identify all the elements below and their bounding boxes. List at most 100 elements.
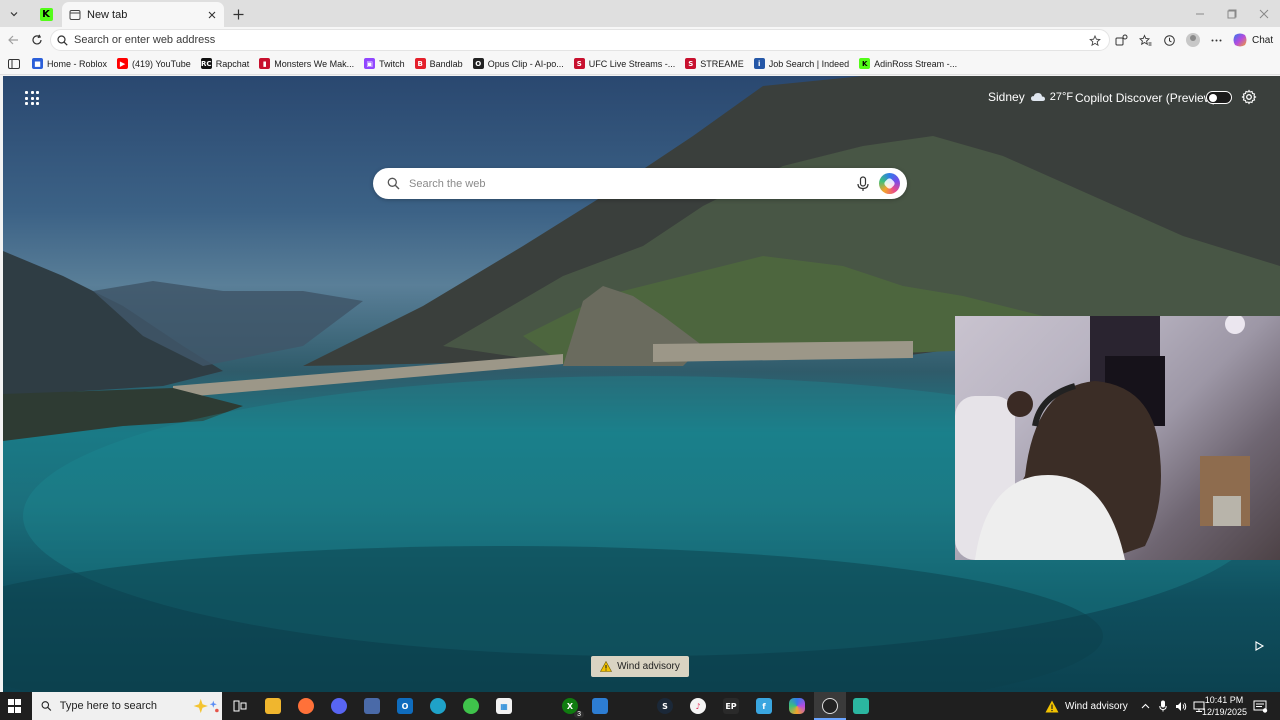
history-icon[interactable] bbox=[1160, 31, 1178, 49]
obs-icon[interactable] bbox=[820, 696, 840, 716]
microphone-icon[interactable] bbox=[1156, 698, 1170, 714]
bookmark-item[interactable]: ▶ (419) YouTube bbox=[112, 53, 196, 75]
chat-label: Chat bbox=[1252, 34, 1274, 46]
weather-temperature: 27°F bbox=[1049, 91, 1074, 103]
copilot-discover-toggle[interactable] bbox=[1206, 91, 1232, 104]
refresh-button[interactable] bbox=[27, 30, 47, 50]
discord-icon[interactable] bbox=[329, 696, 349, 716]
show-hidden-icons-chevron-icon[interactable] bbox=[1138, 698, 1152, 714]
tab-kick[interactable]: K bbox=[33, 3, 59, 25]
profile-avatar[interactable] bbox=[1184, 31, 1202, 49]
xbox-icon[interactable]: X 3 bbox=[560, 696, 584, 718]
weather-widget[interactable]: Sidney 27°F bbox=[988, 90, 1073, 104]
youtube-icon: ▶ bbox=[117, 58, 129, 69]
bookmark-item[interactable]: ▮ Monsters We Mak... bbox=[254, 53, 359, 75]
avatar bbox=[1186, 33, 1200, 47]
bookmark-label: Bandlab bbox=[429, 58, 463, 69]
gear-icon[interactable] bbox=[1241, 89, 1257, 105]
kick-icon: K bbox=[39, 7, 53, 21]
bookmark-item[interactable]: RC Rapchat bbox=[196, 53, 255, 75]
bookmark-item[interactable]: ■ Home - Roblox bbox=[27, 53, 112, 75]
clock-date: 12/19/2025 bbox=[1202, 707, 1248, 717]
advisory-label: Wind advisory bbox=[617, 661, 680, 672]
more-options-icon[interactable] bbox=[1207, 31, 1225, 49]
web-search-box[interactable] bbox=[373, 168, 907, 199]
new-tab-button[interactable] bbox=[228, 4, 248, 24]
address-bar[interactable] bbox=[50, 29, 1110, 51]
warning-icon bbox=[1045, 700, 1059, 712]
browser-toolbar: Chat bbox=[0, 27, 1280, 53]
windows-start-button[interactable] bbox=[8, 699, 22, 713]
app-window-icon[interactable] bbox=[362, 696, 382, 716]
play-video-icon[interactable] bbox=[1253, 640, 1265, 652]
rapchat-icon: RC bbox=[200, 58, 212, 69]
outlook-icon[interactable]: O bbox=[395, 696, 415, 716]
webcam-overlay-video bbox=[955, 316, 1280, 560]
favorites-icon[interactable] bbox=[1136, 31, 1154, 49]
restore-button[interactable] bbox=[1216, 0, 1248, 27]
close-window-button[interactable] bbox=[1248, 0, 1280, 27]
tray-weather-advisory[interactable]: Wind advisory bbox=[1045, 692, 1128, 720]
bookmark-label: Rapchat bbox=[215, 58, 250, 69]
cloudy-weather-icon bbox=[1030, 93, 1045, 101]
weather-city: Sidney bbox=[988, 90, 1025, 104]
web-search-input[interactable] bbox=[409, 177, 839, 190]
indeed-icon: i bbox=[753, 58, 765, 69]
copilot-discover-label: Copilot Discover (Preview) bbox=[1075, 91, 1217, 105]
back-button[interactable] bbox=[3, 30, 23, 50]
minimize-button[interactable] bbox=[1184, 0, 1216, 27]
search-icon bbox=[57, 34, 68, 46]
streameast-icon: S bbox=[685, 58, 697, 69]
copilot-taskbar-icon[interactable] bbox=[787, 696, 807, 716]
firefox-icon[interactable] bbox=[296, 696, 316, 716]
bookmark-item[interactable]: S UFC Live Streams -... bbox=[569, 53, 681, 75]
app-f-icon[interactable]: f bbox=[754, 696, 774, 716]
task-view-icon[interactable] bbox=[230, 696, 250, 716]
bookmark-item[interactable]: S STREAME bbox=[680, 53, 749, 75]
tab-actions-chevron-icon[interactable] bbox=[4, 4, 24, 24]
copilot-icon bbox=[1233, 33, 1247, 47]
taskbar-search[interactable] bbox=[32, 692, 222, 720]
kick-icon: K bbox=[859, 58, 871, 69]
windows-taskbar: O ▦ X 3 S ♪ EP f Wind advisory 10:41 PM … bbox=[0, 692, 1280, 720]
volume-icon[interactable] bbox=[1174, 698, 1188, 714]
bookmark-item[interactable]: K AdinRoss Stream -... bbox=[854, 53, 962, 75]
sidebar-toggle-icon[interactable] bbox=[1, 53, 27, 75]
favorite-star-icon[interactable] bbox=[1087, 33, 1103, 49]
plus-icon bbox=[233, 9, 243, 19]
copilot-search-icon[interactable] bbox=[879, 173, 900, 194]
epic-games-icon[interactable]: EP bbox=[721, 696, 741, 716]
bookmark-item[interactable]: B Bandlab bbox=[410, 53, 468, 75]
bookmark-label: Home - Roblox bbox=[47, 58, 108, 69]
tab-new-tab[interactable]: New tab bbox=[62, 2, 224, 27]
notifications-icon[interactable] bbox=[1252, 698, 1268, 714]
address-input[interactable] bbox=[74, 34, 1054, 46]
extensions-icon[interactable] bbox=[1112, 31, 1130, 49]
itunes-icon[interactable]: ♪ bbox=[688, 696, 708, 716]
bookmark-item[interactable]: ▣ Twitch bbox=[359, 53, 410, 75]
taskbar-search-input[interactable] bbox=[59, 700, 190, 712]
tray-advisory-label: Wind advisory bbox=[1065, 700, 1128, 712]
bookmark-label: Opus Clip - AI-po... bbox=[487, 58, 564, 69]
warning-icon bbox=[600, 661, 613, 672]
app-blue-window-icon[interactable] bbox=[590, 696, 610, 716]
bookmark-item[interactable]: O Opus Clip - AI-po... bbox=[468, 53, 569, 75]
toggle-knob bbox=[1209, 93, 1217, 102]
microsoft-store-icon[interactable]: ▦ bbox=[494, 696, 514, 716]
close-tab-icon[interactable] bbox=[204, 7, 220, 23]
app-teal-icon[interactable] bbox=[851, 696, 871, 716]
back-arrow-icon bbox=[8, 35, 18, 45]
xbox-badge: 3 bbox=[574, 711, 584, 718]
taskbar-clock[interactable]: 10:41 PM 12/19/2025 bbox=[1202, 694, 1248, 718]
bookmark-item[interactable]: i Job Search | Indeed bbox=[749, 53, 854, 75]
apps-grid-icon[interactable] bbox=[25, 91, 39, 105]
steam-icon[interactable]: S bbox=[655, 696, 675, 716]
edge-icon[interactable] bbox=[428, 696, 448, 716]
app-green-icon[interactable] bbox=[461, 696, 481, 716]
microphone-icon[interactable] bbox=[856, 176, 870, 192]
bookmark-label: STREAME bbox=[700, 58, 744, 69]
wind-advisory-pill[interactable]: Wind advisory bbox=[591, 656, 689, 677]
search-highlights-icon bbox=[193, 698, 219, 714]
file-explorer-icon[interactable] bbox=[263, 696, 283, 716]
copilot-chat-button[interactable]: Chat bbox=[1232, 31, 1273, 49]
